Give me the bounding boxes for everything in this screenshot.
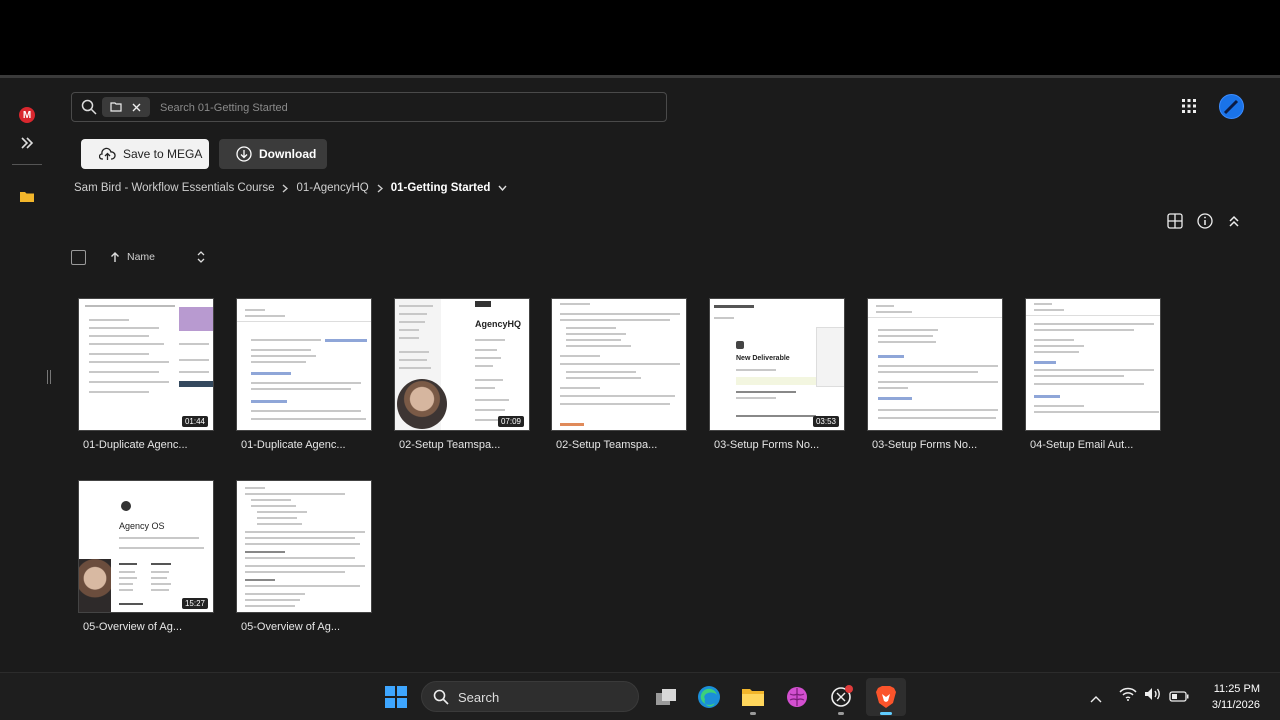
search-input[interactable] <box>158 97 642 119</box>
wifi-status[interactable] <box>1119 687 1137 706</box>
download-button[interactable]: Download <box>219 139 327 169</box>
edge-browser-button[interactable] <box>695 683 723 711</box>
resize-handle[interactable] <box>47 370 51 384</box>
info-button[interactable] <box>1196 212 1214 230</box>
file-thumbnail[interactable]: 01:44 <box>78 298 214 431</box>
thumbnail-title: New Deliverable <box>736 355 790 362</box>
cloud-drive-button[interactable] <box>14 183 40 209</box>
file-thumbnail[interactable] <box>1025 298 1161 431</box>
folder-icon <box>742 689 764 706</box>
chevron-right-icon <box>283 183 289 193</box>
file-thumbnail[interactable]: New Deliverable 03:53 <box>709 298 845 431</box>
chatgpt-button[interactable] <box>827 683 855 715</box>
download-label: Download <box>259 147 317 161</box>
search-bar <box>71 92 667 122</box>
chevron-right-icon <box>377 183 383 193</box>
thumbnail-title: AgencyHQ <box>475 319 522 329</box>
apps-grid-button[interactable] <box>1182 99 1196 118</box>
file-thumbnail[interactable] <box>236 480 372 613</box>
avatar-icon <box>1219 94 1244 119</box>
view-toggle-button[interactable] <box>1166 212 1184 230</box>
close-icon[interactable] <box>132 103 141 112</box>
search-scope-chip[interactable] <box>102 97 150 117</box>
chevron-down-icon[interactable] <box>498 185 507 191</box>
file-thumbnail[interactable] <box>236 298 372 431</box>
video-duration: 15:27 <box>181 598 208 609</box>
file-explorer-button[interactable] <box>739 683 767 715</box>
breadcrumb-item[interactable]: 01-AgencyHQ <box>296 182 368 194</box>
collapse-button[interactable] <box>1225 212 1243 230</box>
task-view-icon <box>656 689 676 705</box>
taskbar: Search 11:25 PM 3/11/2026 <box>0 672 1280 720</box>
video-duration: 07:09 <box>497 416 524 427</box>
speaker-icon <box>1145 688 1160 700</box>
double-chevron-right-icon <box>21 137 34 149</box>
download-icon <box>236 146 252 162</box>
file-name[interactable]: 03-Setup Forms No... <box>872 439 1008 451</box>
search-icon <box>433 689 449 705</box>
save-to-mega-button[interactable]: Save to MEGA <box>81 139 209 169</box>
battery-status[interactable] <box>1169 689 1189 707</box>
sort-name-label: Name <box>127 251 156 263</box>
search-icon <box>81 99 97 115</box>
avatar[interactable] <box>1219 94 1244 124</box>
expand-rail-button[interactable] <box>14 130 40 156</box>
task-view-button[interactable] <box>652 683 680 711</box>
info-icon <box>1197 213 1213 229</box>
clock-time: 11:25 PM <box>1213 683 1260 695</box>
video-duration: 01:44 <box>181 416 208 427</box>
file-name[interactable]: 02-Setup Teamspa... <box>556 439 692 451</box>
file-name[interactable]: 05-Overview of Ag... <box>83 621 219 633</box>
sort-toggle-icon[interactable] <box>197 251 205 263</box>
mega-logo[interactable]: M <box>14 102 40 128</box>
mega-app: M Save to MEGA Download Sa <box>0 75 1280 672</box>
apps-grid-icon <box>1182 99 1196 113</box>
folder-outline-icon <box>110 102 122 112</box>
file-thumbnail[interactable]: Agency OS 15:27 <box>78 480 214 613</box>
file-name[interactable]: 03-Setup Forms No... <box>714 439 850 451</box>
cloud-upload-icon <box>99 147 116 160</box>
screen-top-bar <box>0 0 1280 99</box>
file-name[interactable]: 05-Overview of Ag... <box>241 621 377 633</box>
breadcrumb-item[interactable]: Sam Bird - Workflow Essentials Course <box>74 182 274 194</box>
file-name[interactable]: 01-Duplicate Agenc... <box>241 439 377 451</box>
app-button[interactable] <box>783 683 811 711</box>
file-thumbnail[interactable] <box>867 298 1003 431</box>
file-name[interactable]: 04-Setup Email Aut... <box>1030 439 1166 451</box>
edge-icon <box>698 686 720 708</box>
grid-view-icon <box>1167 213 1183 229</box>
save-to-mega-label: Save to MEGA <box>123 147 203 161</box>
thumbnail-title: Agency OS <box>119 521 165 531</box>
file-name[interactable]: 02-Setup Teamspa... <box>399 439 535 451</box>
file-thumbnail[interactable]: AgencyHQ 07:09 <box>394 298 530 431</box>
rail-divider <box>12 164 42 165</box>
system-clock[interactable]: 11:25 PM 3/11/2026 <box>1212 681 1260 713</box>
folder-icon <box>20 191 34 202</box>
chevron-up-icon <box>1090 696 1102 703</box>
brain-icon <box>787 687 807 707</box>
double-chevron-up-icon <box>1229 215 1239 227</box>
windows-logo-icon <box>385 686 407 708</box>
sort-by-name[interactable]: Name <box>110 251 205 263</box>
brave-browser-button[interactable] <box>866 678 906 716</box>
taskbar-search[interactable]: Search <box>421 681 639 712</box>
arrow-up-icon <box>111 251 119 262</box>
start-button[interactable] <box>382 683 410 711</box>
breadcrumb: Sam Bird - Workflow Essentials Course 01… <box>74 182 507 194</box>
file-thumbnail[interactable] <box>551 298 687 431</box>
brave-icon <box>876 686 896 708</box>
openai-icon <box>831 685 853 707</box>
battery-icon <box>1169 691 1189 702</box>
select-all-checkbox[interactable] <box>71 250 86 265</box>
wifi-icon <box>1119 687 1137 701</box>
taskbar-search-label: Search <box>458 690 500 705</box>
breadcrumb-current: 01-Getting Started <box>390 182 491 194</box>
video-duration: 03:53 <box>812 416 839 427</box>
show-hidden-icons-button[interactable] <box>1090 690 1102 708</box>
file-name[interactable]: 01-Duplicate Agenc... <box>83 439 219 451</box>
volume-status[interactable] <box>1144 687 1162 706</box>
clock-date: 3/11/2026 <box>1211 699 1260 711</box>
